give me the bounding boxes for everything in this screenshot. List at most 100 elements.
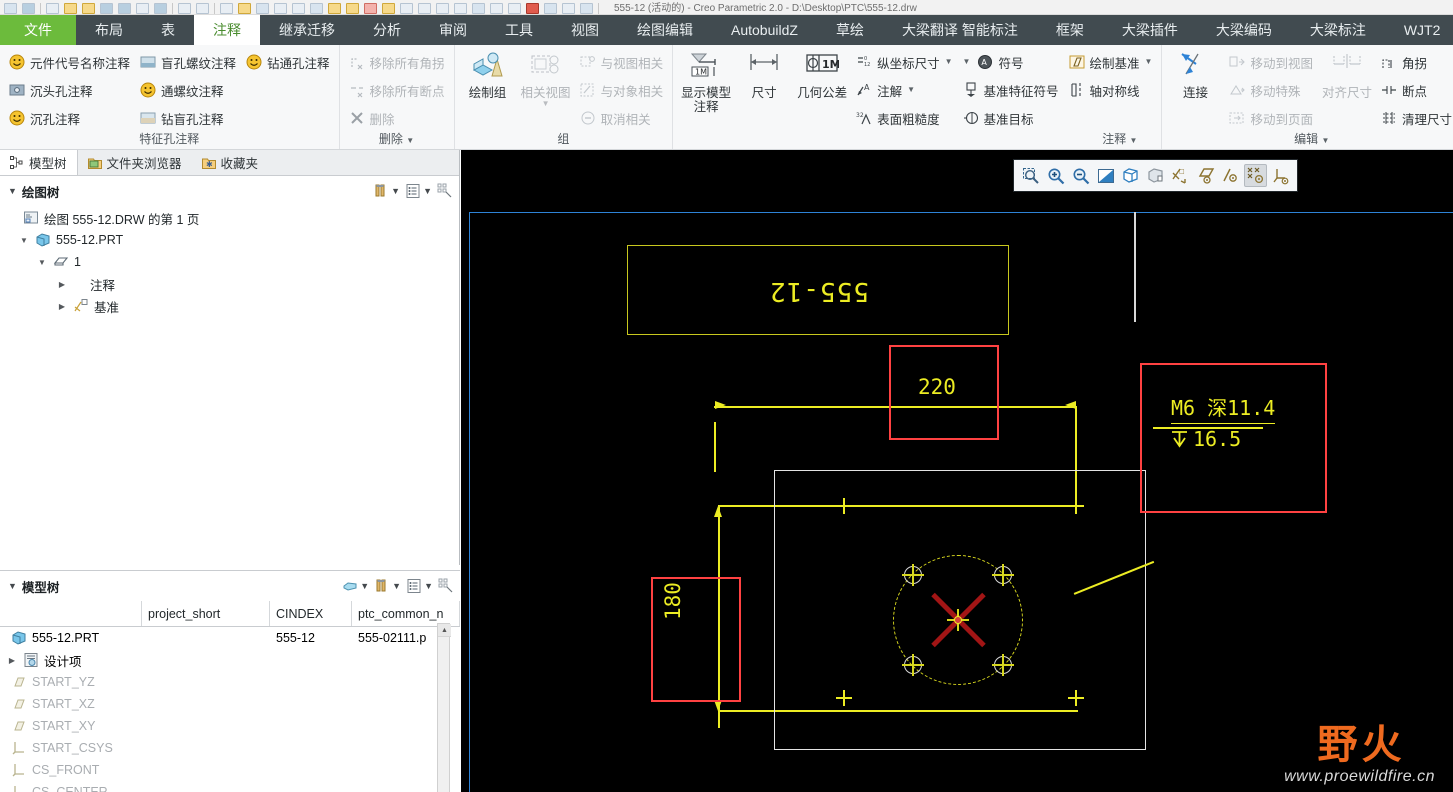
qat-icon[interactable] — [562, 3, 575, 14]
zoom-out-icon[interactable] — [1069, 164, 1092, 187]
btn-move-special[interactable]: 移动特殊 — [1224, 76, 1318, 104]
qat-icon[interactable] — [544, 3, 557, 14]
column-header-name[interactable] — [0, 601, 142, 626]
refit-icon[interactable] — [1094, 164, 1117, 187]
btn-cleanup-dimensions[interactable]: 清理尺寸 — [1376, 104, 1453, 132]
chevron-down-icon[interactable]: ▼ — [406, 136, 414, 145]
chevron-down-icon[interactable]: ▼ — [391, 186, 400, 196]
tab-analysis[interactable]: 分析 — [354, 15, 420, 45]
model-tree-settings-button[interactable]: ▼ — [406, 578, 433, 594]
btn-move-to-page[interactable]: 移动到页面 — [1224, 104, 1318, 132]
drawing-canvas[interactable]: 555-12 220 180 M6 深11.4 16.5 □ 野 火 www.p… — [461, 150, 1453, 792]
qat-icon[interactable] — [526, 3, 539, 14]
table-row[interactable]: START_XZ — [0, 693, 460, 715]
tab-daliang-translate[interactable]: 大梁翻译 智能标注 — [883, 15, 1037, 45]
dimension-text-220[interactable]: 220 — [918, 375, 956, 399]
qat-icon[interactable] — [274, 3, 287, 14]
btn-datum-target[interactable]: 基准目标 — [958, 104, 1064, 132]
qat-icon[interactable] — [154, 3, 167, 14]
tab-daliang-annot[interactable]: 大梁标注 — [1291, 15, 1385, 45]
qat-icon[interactable] — [418, 3, 431, 14]
btn-draw-group[interactable]: 绘制组 — [459, 48, 517, 132]
btn-delete[interactable]: 删除 — [344, 104, 450, 132]
qat-icon[interactable] — [292, 3, 305, 14]
quick-access-toolbar[interactable]: 555-12 (活动的) - Creo Parametric 2.0 - D:\… — [0, 0, 1453, 15]
plane-display-icon[interactable] — [1194, 164, 1217, 187]
scroll-up-arrow-icon[interactable]: ▲ — [438, 624, 451, 637]
btn-show-model-annotations[interactable]: 1M 显示模型 注释 — [677, 48, 735, 132]
qat-icon[interactable] — [508, 3, 521, 14]
btn-align-dimensions[interactable]: 对齐尺寸 — [1318, 48, 1376, 132]
btn-component-code-name-annot[interactable]: 元件代号名称注释 — [4, 48, 135, 76]
chevron-down-icon[interactable]: ▼ — [963, 58, 971, 66]
chevron-down-icon[interactable]: ▼ — [542, 100, 550, 108]
datum-display-icon[interactable]: □ — [1169, 164, 1192, 187]
tab-annotate[interactable]: 注释 — [194, 15, 260, 45]
axis-display-icon[interactable] — [1219, 164, 1242, 187]
btn-relate-to-view[interactable]: 与视图相关 — [575, 48, 669, 76]
table-row[interactable]: START_CSYS — [0, 737, 460, 759]
tab-view[interactable]: 视图 — [552, 15, 618, 45]
btn-blind-thread-annot[interactable]: 盲孔螺纹注释 — [135, 48, 241, 76]
nav-tab-model-tree[interactable]: 模型树 — [0, 150, 78, 175]
nav-tab-favorites[interactable]: ✱ 收藏夹 — [192, 150, 269, 175]
qat-icon[interactable] — [346, 3, 359, 14]
tab-tools[interactable]: 工具 — [486, 15, 552, 45]
drawing-tree-filter-button[interactable]: ▼ — [373, 183, 400, 199]
btn-unrelate[interactable]: 取消相关 — [575, 104, 669, 132]
table-row[interactable]: START_YZ — [0, 671, 460, 693]
chevron-down-icon[interactable]: ▼ — [1145, 58, 1153, 66]
dimension-text-180[interactable]: 180 — [661, 582, 685, 620]
qat-icon[interactable] — [178, 3, 191, 14]
btn-remove-all-breakpoints[interactable]: 移除所有断点 — [344, 76, 450, 104]
chevron-down-icon[interactable]: ▼ — [392, 581, 401, 591]
table-row[interactable]: CS_CENTER — [0, 781, 460, 792]
btn-breakpoint[interactable]: 断点 — [1376, 76, 1453, 104]
tab-draw-edit[interactable]: 绘图编辑 — [618, 15, 712, 45]
chevron-down-icon[interactable]: ▼ — [8, 186, 17, 196]
csys-display-icon[interactable] — [1269, 164, 1292, 187]
chevron-down-icon[interactable]: ▼ — [1130, 136, 1138, 145]
qat-icon[interactable] — [4, 3, 17, 14]
hole-note-annotation[interactable]: M6 深11.4 16.5 — [1171, 395, 1276, 452]
table-row[interactable]: 555-12.PRT 555-12 555-02111.p — [0, 627, 460, 649]
model-tree-filter-button[interactable]: ▼ — [374, 578, 401, 594]
zoom-window-icon[interactable] — [1019, 164, 1042, 187]
btn-related-view[interactable]: 相关视图 ▼ — [517, 48, 575, 132]
tab-inherit[interactable]: 继承迁移 — [260, 15, 354, 45]
btn-surface-finish[interactable]: 32 表面粗糙度 — [851, 104, 957, 132]
btn-through-thread-annot[interactable]: 通螺纹注释 — [135, 76, 241, 104]
expand-arrow-icon[interactable]: ▼ — [18, 236, 30, 245]
drawing-tree[interactable]: 绘图 555-12.DRW 的第 1 页 ▼ 555-12.PRT ▼ 1 ▶ … — [0, 206, 459, 317]
btn-dimension[interactable]: 尺寸 — [735, 48, 793, 132]
qat-icon[interactable] — [136, 3, 149, 14]
drawing-tree-settings-button[interactable]: ▼ — [405, 183, 432, 199]
title-block[interactable]: 555-12 — [627, 245, 1009, 335]
tab-wjt2[interactable]: WJT2 — [1385, 15, 1453, 45]
view-toolbar[interactable]: □ — [1013, 159, 1298, 192]
tab-sketch[interactable]: 草绘 — [817, 15, 883, 45]
qat-icon[interactable] — [436, 3, 449, 14]
model-tree-rows[interactable]: 555-12.PRT 555-12 555-02111.p ▶ 设计项 STAR… — [0, 627, 460, 792]
expand-arrow-icon[interactable]: ▼ — [36, 258, 48, 267]
btn-symbol[interactable]: ▼ A 符号 — [958, 48, 1064, 76]
qat-icon[interactable] — [100, 3, 113, 14]
tab-layout[interactable]: 布局 — [76, 15, 142, 45]
chevron-down-icon[interactable]: ▼ — [907, 86, 915, 94]
table-row[interactable]: CS_FRONT — [0, 759, 460, 781]
tree-node-part[interactable]: ▼ 555-12.PRT — [0, 229, 459, 251]
qat-icon[interactable] — [490, 3, 503, 14]
nav-tab-folder-browser[interactable]: 文件夹浏览器 — [78, 150, 192, 175]
table-row[interactable]: START_XY — [0, 715, 460, 737]
qat-icon[interactable] — [46, 3, 59, 14]
qat-icon[interactable] — [400, 3, 413, 14]
btn-datum-feature-symbol[interactable]: 基准特征符号 — [958, 76, 1064, 104]
model-tree-part-filter-button[interactable]: ▼ — [342, 578, 369, 594]
btn-relate-to-object[interactable]: 与对象相关 — [575, 76, 669, 104]
tab-autobuildz[interactable]: AutobuildZ — [712, 15, 817, 45]
qat-icon[interactable] — [580, 3, 593, 14]
btn-drill-blind-annot[interactable]: 钻盲孔注释 — [135, 104, 241, 132]
qat-icon[interactable] — [196, 3, 209, 14]
btn-draw-datum[interactable]: 绘制基准 ▼ — [1064, 48, 1158, 76]
expand-arrow-icon[interactable]: ▶ — [56, 280, 68, 289]
